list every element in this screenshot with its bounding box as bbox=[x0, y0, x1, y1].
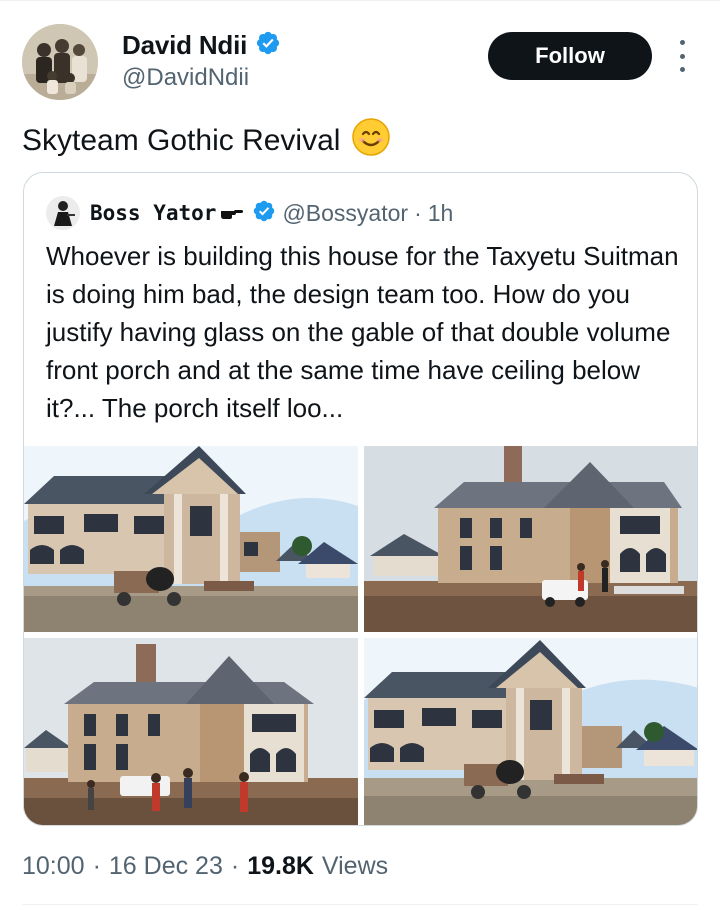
tweet-meta: 10:00 · 16 Dec 23 · 19.8K Views bbox=[22, 852, 388, 881]
quoted-verified-badge-icon bbox=[252, 199, 276, 228]
quoted-tweet-header: Boss Yator @Bossyator · 1h bbox=[46, 195, 453, 231]
house-photo-side-view-pickup[interactable] bbox=[364, 446, 697, 632]
quoted-author-avatar[interactable] bbox=[46, 196, 80, 230]
tweet-header: David Ndii @DavidNdii Follow bbox=[22, 24, 702, 102]
tweet-text-row: Skyteam Gothic Revival bbox=[22, 118, 391, 164]
meta-separator: · bbox=[230, 852, 240, 880]
verified-badge-icon bbox=[255, 30, 281, 61]
quoted-tweet-text: Whoever is building this house for the T… bbox=[46, 241, 679, 423]
quoted-tweet-media-grid bbox=[24, 446, 697, 825]
pointing-hand-emoji-icon bbox=[220, 205, 244, 221]
meta-separator: · bbox=[92, 852, 101, 880]
bottom-divider bbox=[22, 904, 698, 905]
tweet-time[interactable]: 10:00 bbox=[22, 852, 85, 881]
quoted-tweet-card[interactable]: Boss Yator @Bossyator · 1h Whoever is bu… bbox=[23, 172, 698, 826]
top-divider bbox=[0, 0, 720, 1]
author-avatar[interactable] bbox=[22, 24, 98, 100]
quoted-author-handle[interactable]: @Bossyator bbox=[282, 200, 408, 227]
tweet-date[interactable]: 16 Dec 23 bbox=[109, 852, 223, 881]
quoted-separator: · bbox=[414, 199, 422, 226]
quoted-author-display-name[interactable]: Boss Yator bbox=[90, 201, 216, 225]
tweet-text: Skyteam Gothic Revival bbox=[22, 124, 341, 157]
follow-button[interactable]: Follow bbox=[488, 32, 652, 80]
views-label: Views bbox=[321, 852, 389, 880]
author-handle[interactable]: @DavidNdii bbox=[122, 64, 249, 92]
more-options-icon[interactable] bbox=[672, 40, 692, 72]
smiling-face-emoji-icon bbox=[352, 118, 391, 164]
quoted-tweet-age[interactable]: 1h bbox=[428, 200, 454, 227]
house-photo-side-view-workers[interactable] bbox=[24, 638, 358, 825]
house-photo-front-porch-mixer[interactable] bbox=[24, 446, 358, 632]
views-count[interactable]: 19.8K bbox=[247, 852, 314, 881]
author-display-name[interactable]: David Ndii bbox=[122, 30, 247, 61]
house-photo-front-porch-wide[interactable] bbox=[364, 638, 697, 825]
